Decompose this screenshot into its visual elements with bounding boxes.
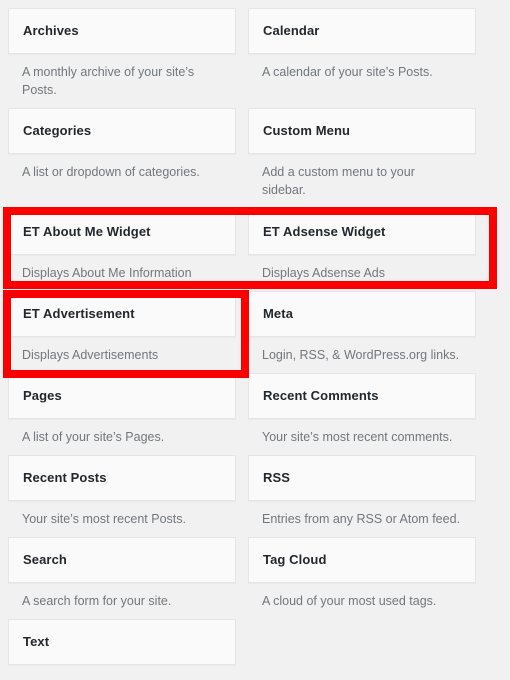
widget-description: Your site’s most recent comments. [262,429,453,444]
widget-card-custom-menu[interactable]: Custom Menu [248,108,476,155]
widget-card-text[interactable]: Text [8,619,236,666]
widget-card-et-about-me-widget[interactable]: ET About Me Widget [8,208,236,255]
widget-column-right: Meta Login, RSS, & WordPress.org links. [248,290,476,373]
widget-description: A search form for your site. [22,594,172,608]
widget-description: A calendar of your site’s Posts. [262,65,433,79]
widget-title: ET Adsense Widget [263,223,386,239]
widget-column-left: ET Advertisement Displays Advertisements [8,290,236,373]
widget-title: Tag Cloud [263,552,327,568]
widget-column-left: Categories A list or dropdown of categor… [8,108,236,190]
widget-card-et-adsense-widget[interactable]: ET Adsense Widget [248,208,476,255]
widget-description: Add a custom menu to your sidebar. [262,165,415,198]
widget-title: ET About Me Widget [23,223,151,239]
widget-column-left: ET About Me Widget Displays About Me Inf… [8,208,236,291]
available-widgets-grid: Archives A monthly archive of your site’… [0,0,510,680]
widget-title: Recent Comments [263,387,379,403]
widget-card-pages[interactable]: Pages [8,372,236,419]
widget-description: Your site’s most recent Posts. [22,511,186,526]
widget-row: Search A search form for your site. Tag … [8,537,502,619]
widget-card-meta[interactable]: Meta [248,290,476,337]
widget-title: Recent Posts [23,469,107,485]
widget-description: Displays About Me Information [22,265,192,280]
widget-title: Categories [23,123,92,139]
widget-title: Search [23,552,67,568]
widget-description: Displays Adsense Ads [262,265,385,280]
widget-title: Text [23,634,50,650]
widget-description: Entries from any RSS or Atom feed. [262,511,460,526]
widget-card-et-advertisement[interactable]: ET Advertisement [8,290,236,337]
widget-card-tag-cloud[interactable]: Tag Cloud [248,537,476,583]
widget-row: Archives A monthly archive of your site’… [8,8,502,108]
widget-description: A list of your site’s Pages. [22,429,165,444]
widget-column-left: Archives A monthly archive of your site’… [8,8,236,108]
widget-column-right: ET Adsense Widget Displays Adsense Ads [248,208,476,291]
widget-row: Pages A list of your site’s Pages. Recen… [8,372,502,455]
widget-description: A list or dropdown of categories. [22,165,200,180]
widget-column-left: Pages A list of your site’s Pages. [8,372,236,455]
widget-card-archives[interactable]: Archives [8,8,236,54]
widget-title: Custom Menu [263,123,351,139]
widget-column-right: Calendar A calendar of your site’s Posts… [248,8,476,90]
widget-column-left: Text [8,619,236,666]
widget-title: RSS [263,469,291,485]
widget-column-right: Tag Cloud A cloud of your most used tags… [248,537,476,619]
widget-card-calendar[interactable]: Calendar [248,8,476,54]
widget-card-recent-comments[interactable]: Recent Comments [248,372,476,419]
widget-title: Meta [263,305,294,321]
widget-row: Recent Posts Your site’s most recent Pos… [8,454,502,537]
widget-card-search[interactable]: Search [8,537,236,583]
widget-column-right: Recent Comments Your site’s most recent … [248,372,476,455]
widget-description: Login, RSS, & WordPress.org links. [262,347,460,362]
widget-row: Categories A list or dropdown of categor… [8,108,502,208]
widget-description: A cloud of your most used tags. [262,594,437,608]
widget-card-rss[interactable]: RSS [248,454,476,501]
widget-column-right: RSS Entries from any RSS or Atom feed. [248,454,476,537]
widget-title: ET Advertisement [23,305,135,321]
widget-card-recent-posts[interactable]: Recent Posts [8,454,236,501]
widget-title: Archives [23,23,79,39]
widget-title: Pages [23,387,62,403]
widget-row: ET About Me Widget Displays About Me Inf… [8,208,502,291]
widget-column-left: Recent Posts Your site’s most recent Pos… [8,454,236,537]
widget-description: Displays Advertisements [22,347,159,362]
widget-card-categories[interactable]: Categories [8,108,236,155]
widget-row: Text [8,619,502,666]
widget-column-left: Search A search form for your site. [8,537,236,619]
widget-column-right: Custom Menu Add a custom menu to your si… [248,108,476,208]
widget-description: A monthly archive of your site’s Posts. [22,65,195,98]
widget-row: ET Advertisement Displays Advertisements… [8,290,502,373]
widget-title: Calendar [263,23,320,39]
